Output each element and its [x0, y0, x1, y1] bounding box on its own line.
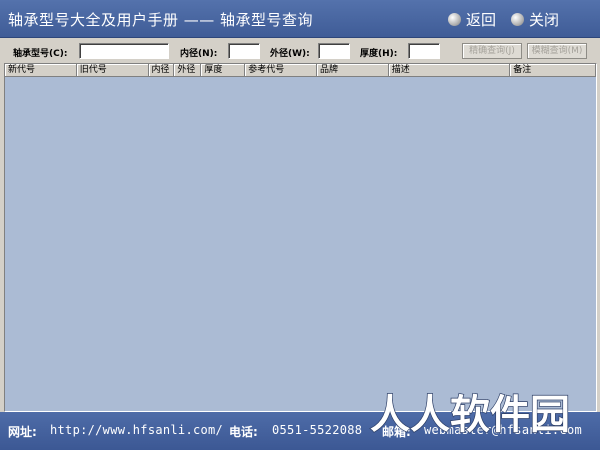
- column-header[interactable]: 备注: [510, 64, 596, 77]
- inner-diameter-input[interactable]: [228, 43, 260, 59]
- column-header[interactable]: 新代号: [5, 64, 77, 77]
- thickness-input[interactable]: [408, 43, 440, 59]
- thickness-label: 厚度(H):: [360, 49, 398, 59]
- back-button[interactable]: 返回: [448, 9, 496, 29]
- exact-search-button[interactable]: 精确查询(J): [462, 43, 522, 59]
- column-header[interactable]: 内径: [148, 64, 175, 77]
- watermark-logo: 人人软件园: [369, 391, 570, 438]
- phone-value: 0551-5522088: [272, 423, 363, 437]
- fuzzy-search-button[interactable]: 模糊查询(M): [527, 43, 587, 59]
- phone-label: 电话:: [229, 425, 258, 439]
- column-header[interactable]: 厚度: [201, 64, 246, 77]
- table-header: 新代号 旧代号 内径 外径 厚度 参考代号 品牌 描述 备注: [5, 64, 596, 77]
- outer-diameter-input[interactable]: [318, 43, 350, 59]
- column-header[interactable]: 描述: [388, 64, 511, 77]
- search-bar: 轴承型号(C): 内径(N): 外径(W): 厚度(H): 精确查询(J) 模糊…: [0, 38, 600, 63]
- inner-diameter-label: 内径(N):: [180, 49, 218, 59]
- column-header[interactable]: 外径: [174, 64, 202, 77]
- close-dot-icon: [511, 12, 524, 26]
- website-label: 网址:: [8, 425, 37, 439]
- title-bar: 轴承型号大全及用户手册 —— 轴承型号查询 返回 关闭: [0, 0, 600, 38]
- column-header[interactable]: 旧代号: [76, 64, 149, 77]
- model-label: 轴承型号(C):: [13, 49, 68, 59]
- close-button-label: 关闭: [529, 10, 560, 29]
- app-window: 轴承型号大全及用户手册 —— 轴承型号查询 返回 关闭 轴承型号(C): 内径(…: [0, 0, 600, 450]
- website-link[interactable]: http://www.hfsanli.com/: [50, 423, 223, 437]
- back-dot-icon: [448, 12, 461, 26]
- back-button-label: 返回: [466, 10, 497, 29]
- watermark-text: 人人软件园: [370, 392, 570, 438]
- outer-diameter-label: 外径(W):: [270, 49, 310, 59]
- results-table[interactable]: 新代号 旧代号 内径 外径 厚度 参考代号 品牌 描述 备注: [4, 63, 597, 412]
- close-button[interactable]: 关闭: [511, 9, 559, 29]
- column-header[interactable]: 品牌: [316, 64, 389, 77]
- model-input[interactable]: [79, 43, 169, 59]
- window-title: 轴承型号大全及用户手册 —— 轴承型号查询: [8, 11, 314, 29]
- column-header[interactable]: 参考代号: [245, 64, 317, 77]
